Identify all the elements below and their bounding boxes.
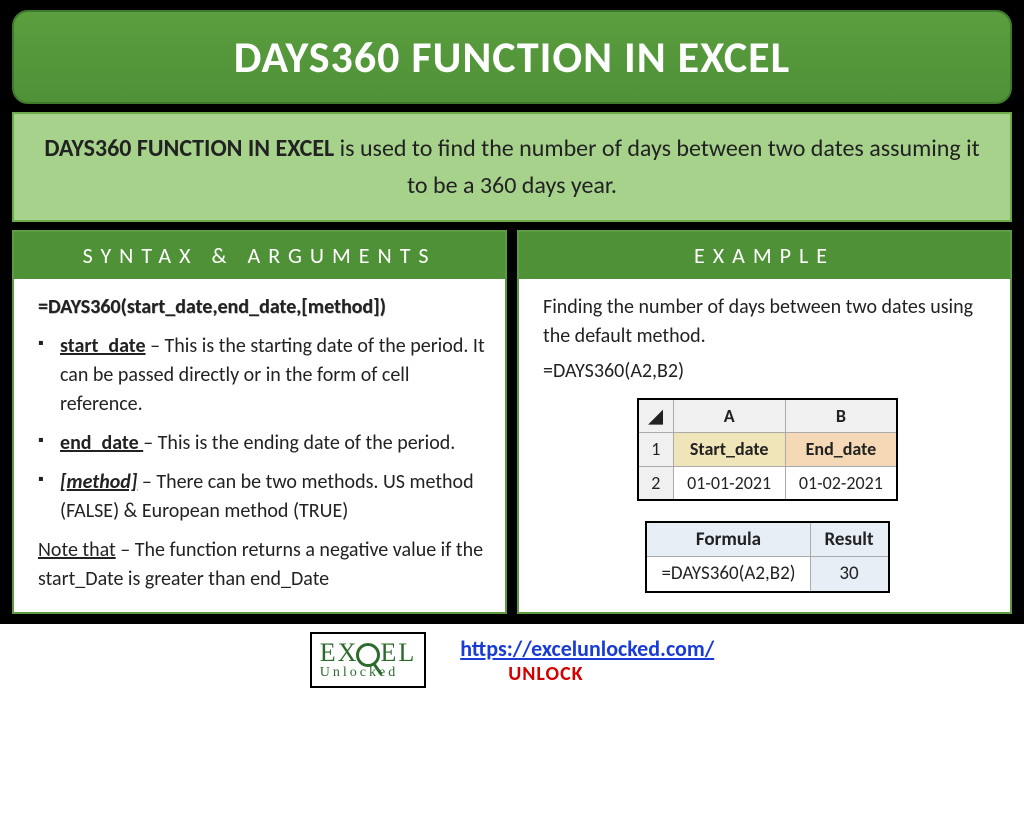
- magnifier-icon: [356, 643, 380, 667]
- result-value: 30: [810, 557, 889, 592]
- example-lead: Finding the number of days between two d…: [543, 293, 992, 351]
- example-panel: EXAMPLE Finding the number of days betwe…: [517, 230, 1012, 614]
- sheet-row-1: 1: [638, 433, 673, 466]
- footer: EXEL Unlocked https://excelunlocked.com/…: [0, 624, 1024, 694]
- sheet-value-b: 01-02-2021: [785, 466, 897, 500]
- page-title: DAYS360 FUNCTION IN EXCEL: [234, 30, 790, 84]
- footer-url-link[interactable]: https://excelunlocked.com/: [460, 635, 714, 662]
- page-title-banner: DAYS360 FUNCTION IN EXCEL: [12, 10, 1012, 104]
- result-formula-value: =DAYS360(A2,B2): [646, 557, 810, 592]
- syntax-panel: SYNTAX & ARGUMENTS =DAYS360(start_date,e…: [12, 230, 507, 614]
- syntax-header: SYNTAX & ARGUMENTS: [14, 232, 505, 279]
- logo: EXEL Unlocked: [310, 632, 426, 688]
- description-text: is used to find the number of days betwe…: [334, 134, 979, 200]
- sheet-row-2: 2: [638, 466, 673, 500]
- example-result-table: Formula Result =DAYS360(A2,B2) 30: [645, 521, 889, 593]
- argument-list: start_date – This is the starting date o…: [38, 332, 487, 526]
- footer-links: https://excelunlocked.com/ UNLOCK: [460, 635, 714, 686]
- argument-name: [method]: [60, 470, 137, 494]
- example-sheet-table: ◢ A B 1 Start_date End_date 2 01-01-2021…: [637, 398, 898, 500]
- sheet-corner: ◢: [638, 399, 673, 433]
- logo-text: EXEL Unlocked: [320, 642, 416, 679]
- argument-name: end_date: [60, 431, 143, 455]
- argument-item: start_date – This is the starting date o…: [38, 332, 487, 419]
- syntax-formula: =DAYS360(start_date,end_date,[method]): [38, 293, 487, 322]
- example-header: EXAMPLE: [519, 232, 1010, 279]
- result-header-formula: Formula: [646, 522, 810, 557]
- sheet-col-b: B: [785, 399, 897, 433]
- example-formula: =DAYS360(A2,B2): [543, 357, 992, 386]
- syntax-note: Note that – The function returns a negat…: [38, 536, 487, 594]
- result-header-result: Result: [810, 522, 889, 557]
- sheet-col-a: A: [673, 399, 785, 433]
- sheet-header-b: End_date: [785, 433, 897, 466]
- argument-desc: – This is the ending date of the period.: [143, 431, 455, 455]
- description-strong: DAYS360 FUNCTION IN EXCEL: [44, 134, 334, 163]
- argument-item: [method] – There can be two methods. US …: [38, 468, 487, 526]
- footer-unlock-text: UNLOCK: [508, 662, 714, 686]
- note-label: Note that: [38, 538, 116, 562]
- argument-item: end_date – This is the ending date of th…: [38, 429, 487, 458]
- logo-subtext: Unlocked: [320, 667, 416, 679]
- argument-name: start_date: [60, 334, 146, 358]
- sheet-value-a: 01-01-2021: [673, 466, 785, 500]
- description-box: DAYS360 FUNCTION IN EXCEL is used to fin…: [12, 112, 1012, 222]
- sheet-header-a: Start_date: [673, 433, 785, 466]
